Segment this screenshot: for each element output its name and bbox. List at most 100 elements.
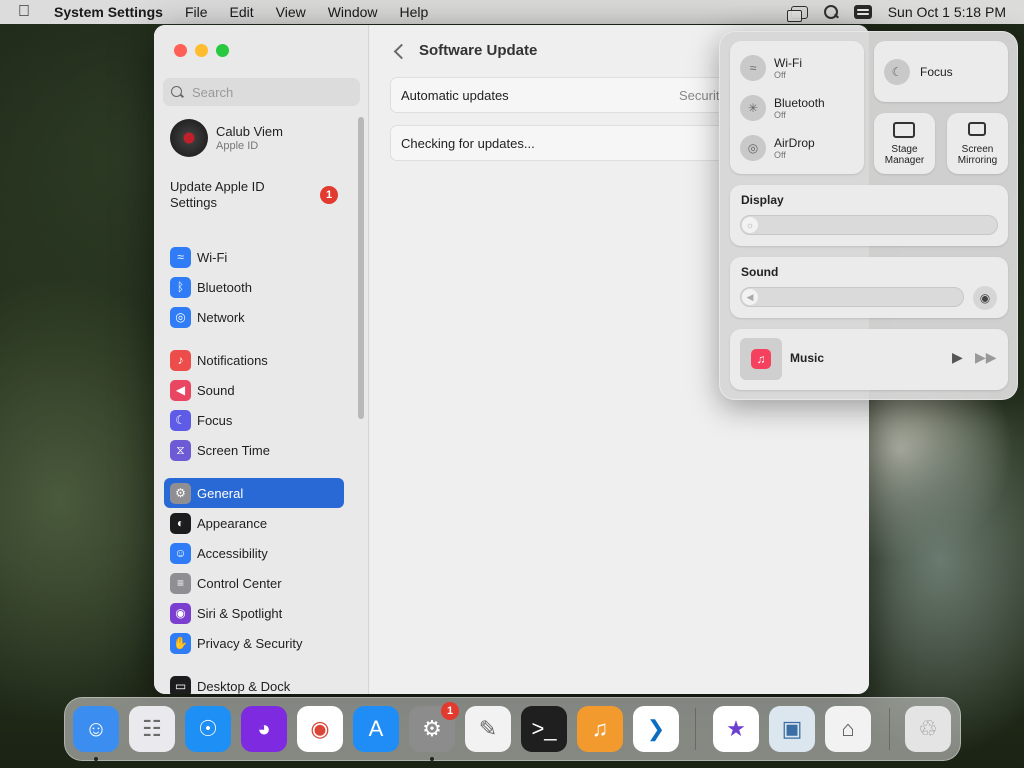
page-title: Software Update bbox=[419, 42, 538, 59]
menu-help[interactable]: Help bbox=[400, 4, 429, 20]
close-button[interactable] bbox=[174, 44, 187, 57]
dock-imovie-icon[interactable]: ★ bbox=[713, 706, 759, 752]
skip-forward-icon[interactable]: ▶▶ bbox=[975, 349, 997, 366]
sidebar-item-bluetooth[interactable]: ᛒ Bluetooth bbox=[164, 272, 344, 302]
sidebar-item-label: General bbox=[197, 485, 244, 501]
dock-firefox-icon[interactable]: ◕ bbox=[241, 706, 287, 752]
automatic-updates-row[interactable]: Automatic updates Securit bbox=[390, 77, 730, 113]
moon-icon: ☾ bbox=[884, 58, 910, 85]
sidebar-item-label: Appearance bbox=[197, 515, 268, 531]
dock-icon: ▭ bbox=[170, 675, 191, 694]
sidebar-item-focus[interactable]: ☾ Focus bbox=[164, 405, 344, 435]
dock-trash-icon[interactable]: ♲ bbox=[905, 706, 951, 752]
music-app-icon[interactable]: ♫ bbox=[740, 338, 782, 380]
hourglass-icon: ⧖ bbox=[170, 439, 191, 461]
siri-icon: ◉ bbox=[170, 602, 191, 624]
avatar bbox=[170, 119, 208, 157]
control-center-icon: ≡ bbox=[170, 572, 191, 594]
sidebar-item-notifications[interactable]: ♪ Notifications bbox=[164, 345, 344, 375]
volume-icon: ◀ bbox=[742, 289, 758, 305]
globe-icon: ◎ bbox=[170, 306, 191, 328]
sidebar-item-wi-fi[interactable]: ≈ Wi-Fi bbox=[164, 242, 344, 272]
zoom-button[interactable] bbox=[216, 44, 229, 57]
dock-preview-icon[interactable]: ▣ bbox=[769, 706, 815, 752]
airdrop-icon: ◎ bbox=[740, 135, 766, 161]
focus-tile[interactable]: ☾ Focus bbox=[874, 41, 1008, 102]
apple-menu-icon[interactable]:  bbox=[18, 3, 36, 21]
screen-mirroring-tile[interactable]: Screen Mirroring bbox=[947, 113, 1008, 174]
spotlight-search-icon[interactable] bbox=[823, 5, 838, 19]
airdrop-toggle[interactable]: ◎ AirDrop Off bbox=[740, 135, 815, 161]
dock-terminal-icon[interactable]: >_ bbox=[521, 706, 567, 752]
menu-edit[interactable]: Edit bbox=[230, 4, 254, 20]
update-status-row: Checking for updates... bbox=[390, 125, 730, 161]
airdrop-state: Off bbox=[774, 149, 786, 160]
sidebar-item-appearance[interactable]: ◐ Appearance bbox=[164, 508, 344, 538]
sidebar-item-general[interactable]: ⚙ General bbox=[164, 478, 344, 508]
stage-manager-label: Stage Manager bbox=[884, 144, 925, 166]
sidebar: Search Calub Viem Apple ID Update Apple … bbox=[154, 25, 369, 694]
dock-launchpad-icon[interactable]: ☷ bbox=[129, 706, 175, 752]
wifi-toggle[interactable]: ≈ Wi-Fi Off bbox=[740, 55, 802, 81]
sidebar-item-siri-spotlight[interactable]: ◉ Siri & Spotlight bbox=[164, 598, 344, 628]
sidebar-item-privacy-security[interactable]: ✋ Privacy & Security bbox=[164, 628, 344, 658]
dock-chrome-icon[interactable]: ◉ bbox=[297, 706, 343, 752]
bluetooth-label: Bluetooth bbox=[774, 95, 825, 110]
search-field[interactable]: Search bbox=[163, 78, 360, 106]
accessibility-icon: ☺ bbox=[170, 542, 191, 564]
sidebar-scrollbar[interactable] bbox=[358, 117, 364, 419]
bluetooth-toggle[interactable]: ✳ Bluetooth Off bbox=[740, 95, 825, 121]
sidebar-item-label: Desktop & Dock bbox=[197, 678, 291, 694]
connectivity-tile: ≈ Wi-Fi Off ✳ Bluetooth Off ◎ AirDrop Of… bbox=[730, 41, 864, 174]
sidebar-item-label: Sound bbox=[197, 382, 235, 398]
sidebar-item-desktop-dock[interactable]: ▭ Desktop & Dock bbox=[164, 671, 344, 694]
dock: ☺ ☷ ☉ ◕ ◉ A ⚙ 1 ✎ >_ ♫ ❯ ★ ▣ ⌂ ♲ bbox=[64, 697, 961, 761]
sidebar-item-screen-time[interactable]: ⧖ Screen Time bbox=[164, 435, 344, 465]
search-placeholder: Search bbox=[192, 84, 234, 100]
stage-manager-tile[interactable]: Stage Manager bbox=[874, 113, 935, 174]
back-chevron-icon[interactable] bbox=[392, 41, 406, 61]
gear-icon: ⚙ bbox=[170, 482, 191, 504]
sidebar-item-sound[interactable]: ◀ Sound bbox=[164, 375, 344, 405]
sidebar-item-control-center[interactable]: ≡ Control Center bbox=[164, 568, 344, 598]
dock-system-settings-icon[interactable]: ⚙ 1 bbox=[409, 702, 459, 752]
dock-finder-icon[interactable]: ☺ bbox=[73, 706, 119, 752]
sidebar-item-label: Control Center bbox=[197, 575, 282, 591]
dock-app-store-icon[interactable]: A bbox=[353, 706, 399, 752]
dock-vscode-icon[interactable]: ❯ bbox=[633, 706, 679, 752]
menu-window[interactable]: Window bbox=[328, 4, 378, 20]
volume-slider[interactable]: ◀ bbox=[740, 287, 964, 307]
minimize-button[interactable] bbox=[195, 44, 208, 57]
profile-name: Calub Viem bbox=[216, 124, 283, 139]
update-status-text: Checking for updates... bbox=[401, 135, 535, 151]
update-apple-id-item[interactable]: Update Apple ID Settings bbox=[170, 179, 300, 211]
sidebar-item-accessibility[interactable]: ☺ Accessibility bbox=[164, 538, 344, 568]
dock-archive-utility-icon[interactable]: ⌂ bbox=[825, 706, 871, 752]
control-center-menubar-icon[interactable] bbox=[853, 5, 872, 19]
screen-mirroring-label: Screen Mirroring bbox=[957, 144, 998, 166]
sidebar-item-label: Screen Time bbox=[197, 442, 270, 458]
display-label: Display bbox=[741, 193, 784, 207]
menubar-clock[interactable]: Sun Oct 1 5:18 PM bbox=[888, 4, 1006, 20]
display-tile: Display ☼ bbox=[730, 185, 1008, 246]
sidebar-item-label: Network bbox=[197, 309, 245, 325]
menu-view[interactable]: View bbox=[276, 4, 306, 20]
dock-textedit-icon[interactable]: ✎ bbox=[465, 706, 511, 752]
brightness-slider[interactable]: ☼ bbox=[740, 215, 998, 235]
menu-app-name[interactable]: System Settings bbox=[54, 4, 163, 20]
stage-manager-menubar-icon[interactable] bbox=[786, 5, 808, 22]
menu-file[interactable]: File bbox=[185, 4, 208, 20]
dock-safari-icon[interactable]: ☉ bbox=[185, 706, 231, 752]
dock-running-indicator bbox=[430, 757, 434, 761]
dock-garageband-icon[interactable]: ♫ bbox=[577, 706, 623, 752]
automatic-updates-label: Automatic updates bbox=[401, 87, 509, 103]
sidebar-item-label: Siri & Spotlight bbox=[197, 605, 283, 621]
dock-badge: 1 bbox=[441, 702, 459, 720]
sidebar-item-network[interactable]: ◎ Network bbox=[164, 302, 344, 332]
play-icon[interactable]: ▶ bbox=[952, 349, 963, 366]
apple-id-profile[interactable]: Calub Viem Apple ID bbox=[170, 119, 283, 157]
search-icon bbox=[171, 85, 184, 99]
airplay-audio-icon[interactable]: ◉ bbox=[973, 286, 997, 310]
sidebar-item-label: Accessibility bbox=[197, 545, 268, 561]
profile-subtitle: Apple ID bbox=[216, 140, 259, 152]
